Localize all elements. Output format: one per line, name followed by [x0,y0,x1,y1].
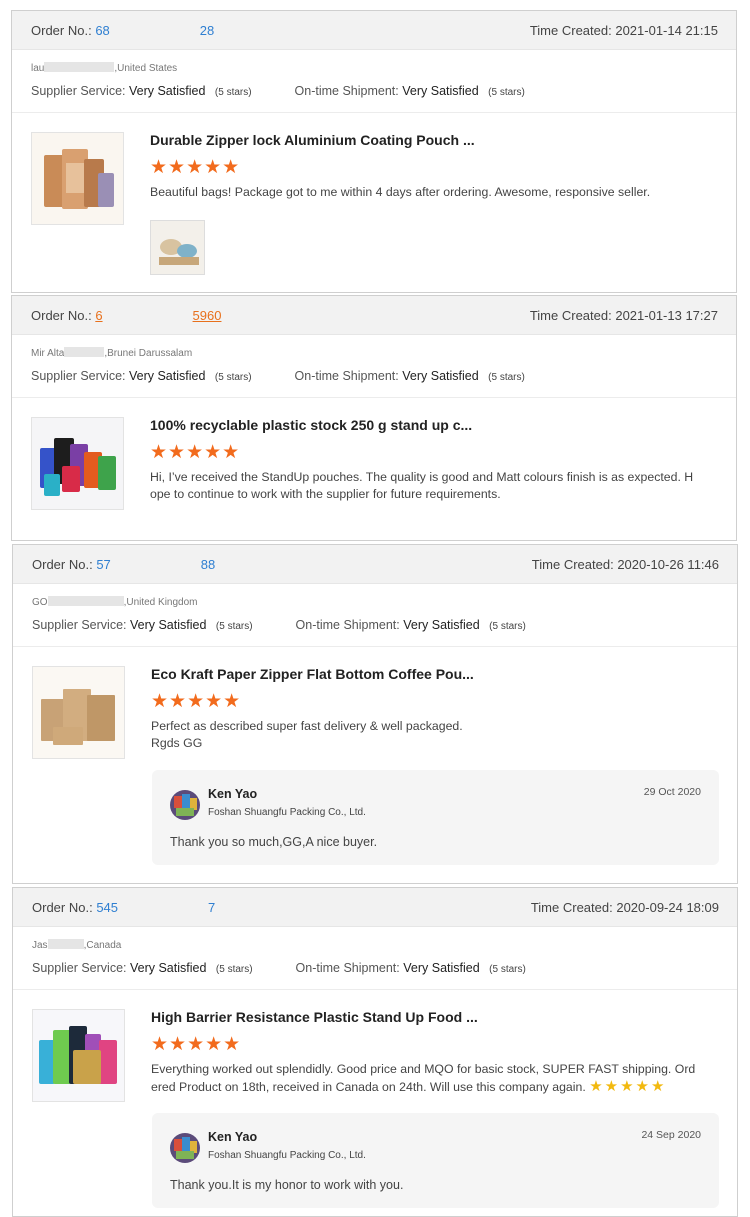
product-thumbnail[interactable] [31,417,124,510]
product-title[interactable]: Durable Zipper lock Aluminium Coating Po… [150,132,475,148]
supplier-service-label: Supplier Service: [31,84,126,98]
buyer-info: lau ,United States [31,62,178,74]
order-number-link[interactable]: 6 5960 [95,308,221,323]
product-thumbnail[interactable] [31,132,124,225]
reply-company: Foshan Shuangfu Packing Co., Ltd. [208,1150,366,1161]
order-header: Order No.: 68 28 Time Created: 2021-01-14… [12,11,736,50]
reply-date: 24 Sep 2020 [641,1129,701,1141]
shipment-label: On-time Shipment: [295,961,400,975]
supplier-service-value: Very Satisfied [129,961,207,975]
rating-stars: ★★★★★ [151,1034,242,1055]
review-card: Order No.: 57 88 Time Created: 2020-10-26… [12,544,738,884]
supplier-service-stars: (5 stars) [214,372,252,383]
supplier-service-label: Supplier Service: [32,618,127,632]
avatar [170,790,200,820]
order-number: Order No.: 68 28 [31,23,215,38]
reply-text: Thank you so much,GG,A nice buyer. [170,835,378,849]
order-number-link[interactable]: 545 7 [96,900,215,915]
review-card: Order No.: 6 5960 Time Created: 2021-01-1… [11,295,737,541]
supplier-service-stars: (5 stars) [215,964,253,975]
supplier-service-label: Supplier Service: [31,369,126,383]
supplier-service-value: Very Satisfied [128,84,206,98]
order-number-link[interactable]: 68 28 [95,23,214,38]
time-created: Time Created: 2021-01-14 21:15 [529,23,718,38]
rating-stars: ★★★★★ [150,157,241,178]
shipment-value: Very Satisfied [402,369,479,383]
reply-company: Foshan Shuangfu Packing Co., Ltd. [208,807,366,818]
supplier-service-value: Very Satisfied [129,618,207,632]
shipment-value: Very Satisfied [403,618,480,632]
ratings-row: Supplier Service: Very Satisfied (5 star… [32,618,526,632]
product-thumbnail[interactable] [32,1009,125,1102]
inline-stars: ★★★★★ [589,1078,667,1095]
product-title[interactable]: 100% recyclable plastic stock 250 g stan… [150,417,472,433]
shipment-value: Very Satisfied [403,961,480,975]
review-card: Order No.: 68 28 Time Created: 2021-01-14… [11,10,737,293]
shipment-stars: (5 stars) [488,87,525,98]
product-title[interactable]: Eco Kraft Paper Zipper Flat Bottom Coffe… [151,666,474,682]
supplier-service-value: Very Satisfied [128,369,206,383]
order-header: Order No.: 545 7 Time Created: 2020-09-24… [13,888,737,927]
time-created: Time Created: 2021-01-13 17:27 [529,308,718,323]
order-number: Order No.: 57 88 [32,557,216,572]
order-number: Order No.: 545 7 [32,900,216,915]
product-title[interactable]: High Barrier Resistance Plastic Stand Up… [151,1009,478,1025]
rating-stars: ★★★★★ [150,442,241,463]
reply-text: Thank you.It is my honor to work with yo… [170,1178,404,1192]
buyer-info: GO ,United Kingdom [32,596,198,608]
ratings-row: Supplier Service: Very Satisfied (5 star… [31,369,525,383]
order-header: Order No.: 6 5960 Time Created: 2021-01-1… [12,296,736,335]
order-number-link[interactable]: 57 88 [96,557,215,572]
shipment-label: On-time Shipment: [295,618,400,632]
review-text: Hi, I’ve received the StandUp pouches. T… [150,470,694,501]
order-number: Order No.: 6 5960 [31,308,222,323]
shipment-label: On-time Shipment: [294,84,399,98]
reply-author: Ken Yao [208,1130,258,1144]
review-text: Perfect as described super fast delivery… [151,719,463,750]
order-header: Order No.: 57 88 Time Created: 2020-10-26… [13,545,737,584]
shipment-stars: (5 stars) [488,372,525,383]
shipment-label: On-time Shipment: [294,369,399,383]
avatar [170,1133,200,1163]
shipment-stars: (5 stars) [489,964,526,975]
supplier-reply: Ken Yao Foshan Shuangfu Packing Co., Ltd… [152,1113,719,1208]
reply-date: 29 Oct 2020 [643,786,701,798]
ratings-row: Supplier Service: Very Satisfied (5 star… [32,961,526,975]
supplier-service-stars: (5 stars) [214,87,252,98]
time-created: Time Created: 2020-09-24 18:09 [530,900,719,915]
time-created: Time Created: 2020-10-26 11:46 [531,557,719,572]
supplier-reply: Ken Yao Foshan Shuangfu Packing Co., Ltd… [152,770,719,865]
buyer-info: Jas ,Canada [32,939,122,951]
review-text: Everything worked out splendidly. Good p… [151,1062,696,1095]
product-thumbnail[interactable] [32,666,125,759]
review-text: Beautiful bags! Package got to me within… [150,185,651,199]
shipment-value: Very Satisfied [402,84,479,98]
supplier-service-stars: (5 stars) [215,621,253,632]
review-photo[interactable] [150,220,205,275]
review-card: Order No.: 545 7 Time Created: 2020-09-24… [12,887,738,1217]
shipment-stars: (5 stars) [489,621,526,632]
supplier-service-label: Supplier Service: [32,961,127,975]
buyer-info: Mir Alta ,Brunei Darussalam [31,347,193,359]
rating-stars: ★★★★★ [151,691,242,712]
ratings-row: Supplier Service: Very Satisfied (5 star… [31,84,525,98]
reply-author: Ken Yao [208,787,258,801]
